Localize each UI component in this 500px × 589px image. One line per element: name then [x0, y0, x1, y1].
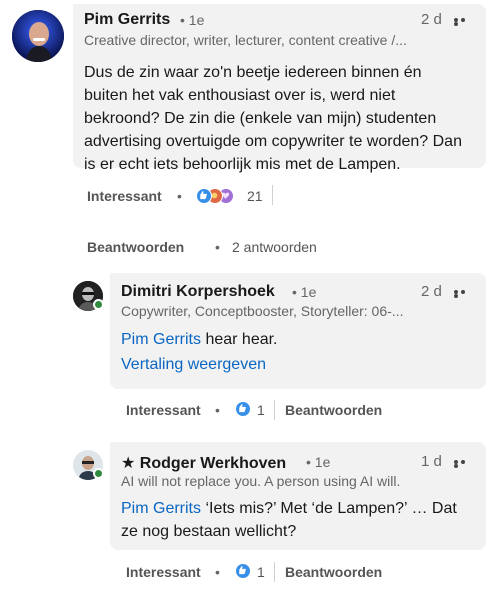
like-button[interactable]: Interessant: [87, 188, 162, 204]
reaction-count: 21: [247, 188, 263, 204]
reply-text: Pim Gerrits ‘Iets mis?’ Met ‘de Lampen?’…: [121, 497, 471, 543]
reply-timestamp: 1 d: [421, 453, 442, 470]
reply-text: Pim Gerrits hear hear.: [121, 328, 471, 351]
action-separator-dot: •: [215, 402, 220, 418]
comment-timestamp: 2 d: [421, 11, 442, 28]
reply-button[interactable]: Beantwoorden: [285, 564, 382, 580]
avatar-pim-gerrits[interactable]: [12, 10, 64, 62]
reply-connection-degree: • 1e: [292, 284, 317, 300]
thumbs-up-icon: [196, 188, 212, 204]
comment-author-name[interactable]: Pim Gerrits: [84, 11, 170, 29]
mention-link[interactable]: Pim Gerrits: [121, 500, 201, 517]
more-icon[interactable]: [454, 290, 474, 298]
reaction-count[interactable]: 1: [257, 402, 265, 418]
reply-author-name[interactable]: ★ Rodger Werkhoven: [121, 453, 286, 473]
reactions-summary[interactable]: 21: [194, 186, 266, 206]
reaction-count[interactable]: 1: [257, 564, 265, 580]
reply-author-headline: AI will not replace you. A person using …: [121, 473, 401, 489]
action-separator-dot: •: [215, 239, 220, 255]
comment-connection-degree: • 1e: [180, 12, 205, 28]
divider: [272, 185, 273, 205]
reply-author-name-text: Rodger Werkhoven: [139, 455, 287, 472]
comment-author-headline: Creative director, writer, lecturer, con…: [84, 32, 407, 48]
comment-text: Dus de zin waar zo'n beetje iedereen bin…: [84, 64, 462, 173]
reply-timestamp: 2 d: [421, 283, 442, 300]
thumbs-up-icon: [235, 563, 251, 579]
like-button[interactable]: Interessant: [126, 402, 201, 418]
online-status-indicator: [93, 299, 104, 310]
mention-link[interactable]: Pim Gerrits: [121, 331, 201, 348]
star-icon: ★: [121, 455, 136, 472]
like-button[interactable]: Interessant: [126, 564, 201, 580]
reply-button[interactable]: Beantwoorden: [285, 402, 382, 418]
action-separator-dot: •: [215, 564, 220, 580]
more-icon[interactable]: [454, 460, 474, 468]
online-status-indicator: [93, 468, 104, 479]
reply-button[interactable]: Beantwoorden: [87, 239, 184, 255]
reply-author-name[interactable]: Dimitri Korpershoek: [121, 283, 275, 301]
reply-author-headline: Copywriter, Conceptbooster, Storyteller:…: [121, 303, 404, 319]
divider: [274, 400, 275, 420]
divider: [274, 562, 275, 582]
more-icon[interactable]: [454, 18, 474, 26]
thumbs-up-icon: [235, 401, 251, 417]
action-separator-dot: •: [177, 188, 182, 204]
reply-connection-degree: • 1e: [306, 454, 331, 470]
replies-toggle[interactable]: 2 antwoorden: [232, 239, 317, 255]
translate-link[interactable]: Vertaling weergeven: [121, 356, 266, 374]
reply-text-content: hear hear.: [201, 331, 278, 348]
